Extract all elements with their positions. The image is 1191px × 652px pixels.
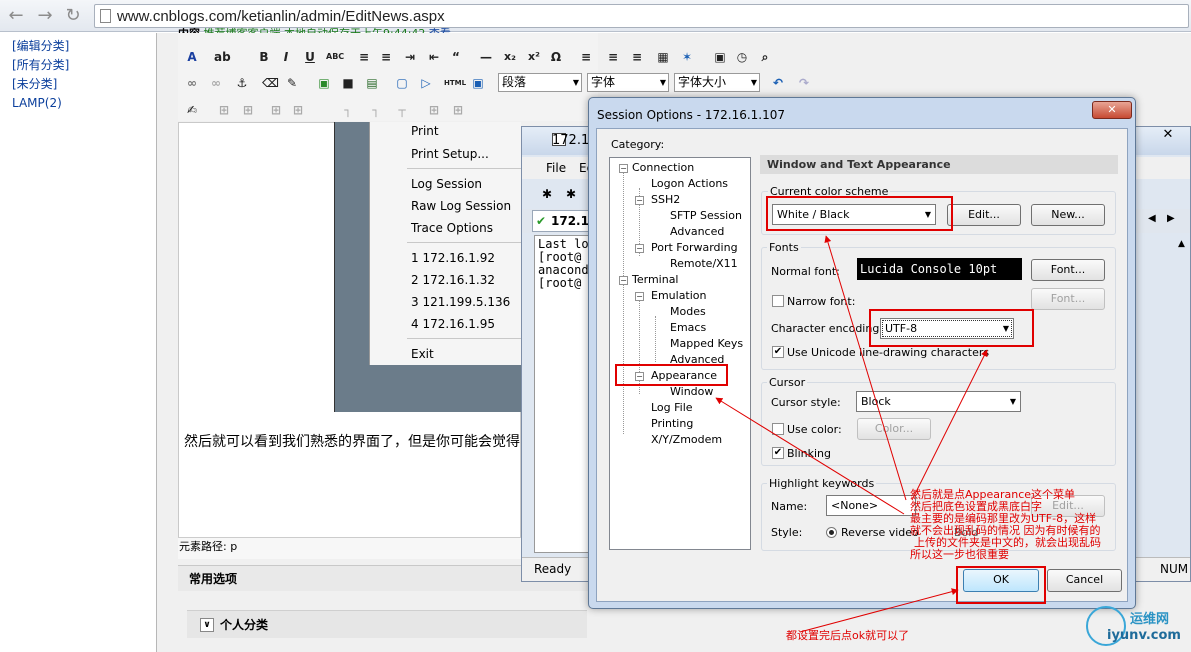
annotation-note-4: 就不会出现乱码的情况 因为有时候有的 [910, 524, 1101, 537]
watermark-title: 运维网 [1130, 612, 1170, 627]
watermark-domain: iyunv.com [1107, 628, 1181, 643]
annotation-note-6: 所以这一步也很重要 [910, 548, 1009, 561]
annotation-arrows [715, 235, 988, 633]
annotation-note-3: 最主要的是编码那里改为UTF-8，这样 [910, 512, 1097, 525]
site-watermark: 运维网 iyunv.com [1085, 604, 1185, 650]
annotation-note-ok: 都设置完后点ok就可以了 [786, 629, 910, 642]
annotation-note-1: 然后就是点Appearance这个菜单 [910, 488, 1076, 501]
annotation-note-2: 然后把底色设置成黑底白字 [910, 500, 1042, 513]
annotation-note-5: 上传的文件夹是中文的，就会出现乱码 [914, 536, 1101, 549]
